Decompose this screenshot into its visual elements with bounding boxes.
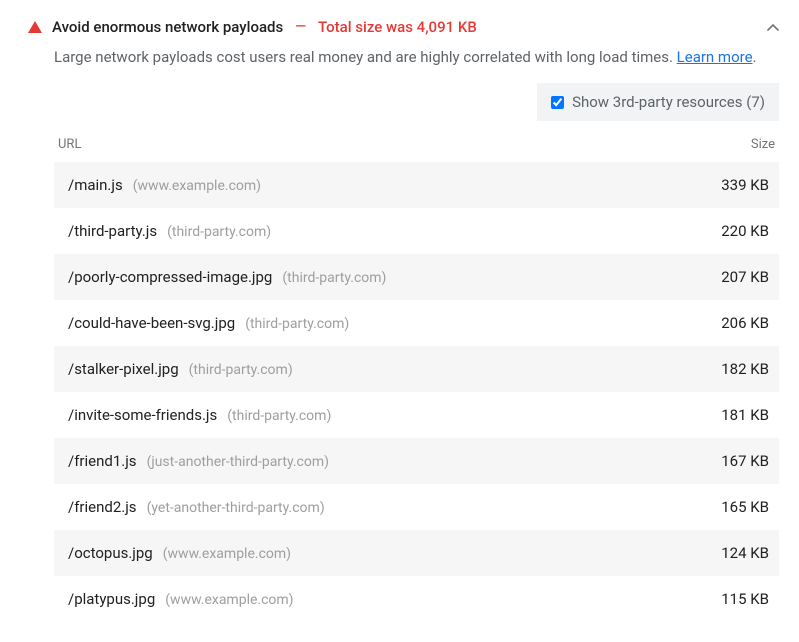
chevron-up-icon[interactable] (767, 20, 779, 34)
resource-path: /stalker-pixel.jpg (68, 360, 179, 378)
url-cell: /friend2.js (yet-another-third-party.com) (68, 498, 679, 516)
resource-host: (third-party.com) (167, 224, 271, 240)
url-cell: /invite-some-friends.js (third-party.com) (68, 406, 679, 424)
resource-path: /main.js (68, 176, 123, 194)
third-party-filter-label: Show 3rd-party resources (7) (572, 93, 765, 111)
url-cell: /poorly-compressed-image.jpg (third-party… (68, 268, 679, 286)
separator: — (295, 19, 306, 35)
resource-size: 182 KB (679, 360, 769, 378)
table-row[interactable]: /friend1.js (just-another-third-party.com… (54, 438, 779, 484)
resource-path: /poorly-compressed-image.jpg (68, 268, 272, 286)
url-cell: /third-party.js (third-party.com) (68, 222, 679, 240)
table-row[interactable]: /platypus.jpg (www.example.com) 115 KB (54, 576, 779, 622)
warning-triangle-icon (28, 21, 42, 33)
audit-title: Avoid enormous network payloads (52, 18, 283, 36)
audit-description: Large network payloads cost users real m… (54, 46, 779, 69)
table-row[interactable]: /invite-some-friends.js (third-party.com)… (54, 392, 779, 438)
url-cell: /platypus.jpg (www.example.com) (68, 590, 679, 608)
resource-size: 167 KB (679, 452, 769, 470)
url-cell: /friend1.js (just-another-third-party.com… (68, 452, 679, 470)
url-cell: /main.js (www.example.com) (68, 176, 679, 194)
resource-path: /friend1.js (68, 452, 137, 470)
url-cell: /stalker-pixel.jpg (third-party.com) (68, 360, 679, 378)
url-cell: /could-have-been-svg.jpg (third-party.com… (68, 314, 679, 332)
description-text: Large network payloads cost users real m… (54, 48, 677, 66)
third-party-checkbox[interactable] (551, 96, 564, 109)
url-cell: /octopus.jpg (www.example.com) (68, 544, 679, 562)
table-row[interactable]: /octopus.jpg (www.example.com) 124 KB (54, 530, 779, 576)
table-row[interactable]: /poorly-compressed-image.jpg (third-party… (54, 254, 779, 300)
audit-header[interactable]: Avoid enormous network payloads — Total … (28, 14, 779, 46)
resource-host: (www.example.com) (165, 592, 293, 608)
resource-path: /third-party.js (68, 222, 157, 240)
learn-more-link[interactable]: Learn more (677, 48, 753, 66)
column-header-url: URL (58, 137, 689, 152)
resource-path: /octopus.jpg (68, 544, 153, 562)
resource-size: 115 KB (679, 590, 769, 608)
resource-path: /friend2.js (68, 498, 137, 516)
filter-row: Show 3rd-party resources (7) (54, 83, 779, 121)
resource-host: (third-party.com) (227, 408, 331, 424)
resource-path: /could-have-been-svg.jpg (68, 314, 235, 332)
description-period: . (753, 48, 757, 66)
resource-size: 339 KB (679, 176, 769, 194)
resource-size: 165 KB (679, 498, 769, 516)
resource-size: 207 KB (679, 268, 769, 286)
resource-table: /main.js (www.example.com) 339 KB/third-pa… (54, 162, 779, 622)
table-row[interactable]: /main.js (www.example.com) 339 KB (54, 162, 779, 208)
column-header-size: Size (689, 137, 779, 152)
resource-path: /platypus.jpg (68, 590, 155, 608)
resource-size: 206 KB (679, 314, 769, 332)
resource-host: (third-party.com) (282, 270, 386, 286)
resource-host: (third-party.com) (189, 362, 293, 378)
table-row[interactable]: /stalker-pixel.jpg (third-party.com) 182 K… (54, 346, 779, 392)
resource-size: 181 KB (679, 406, 769, 424)
third-party-filter[interactable]: Show 3rd-party resources (7) (537, 83, 779, 121)
audit-content: Large network payloads cost users real m… (28, 46, 779, 622)
resource-host: (www.example.com) (133, 178, 261, 194)
table-row[interactable]: /third-party.js (third-party.com) 220 KB (54, 208, 779, 254)
table-row[interactable]: /friend2.js (yet-another-third-party.com)… (54, 484, 779, 530)
resource-host: (yet-another-third-party.com) (147, 500, 325, 516)
column-headers: URL Size (54, 127, 779, 162)
resource-host: (third-party.com) (245, 316, 349, 332)
table-row[interactable]: /could-have-been-svg.jpg (third-party.com… (54, 300, 779, 346)
resource-host: (just-another-third-party.com) (147, 454, 329, 470)
resource-size: 220 KB (679, 222, 769, 240)
audit-summary: Total size was 4,091 KB (318, 18, 477, 36)
resource-path: /invite-some-friends.js (68, 406, 217, 424)
resource-host: (www.example.com) (163, 546, 291, 562)
resource-size: 124 KB (679, 544, 769, 562)
